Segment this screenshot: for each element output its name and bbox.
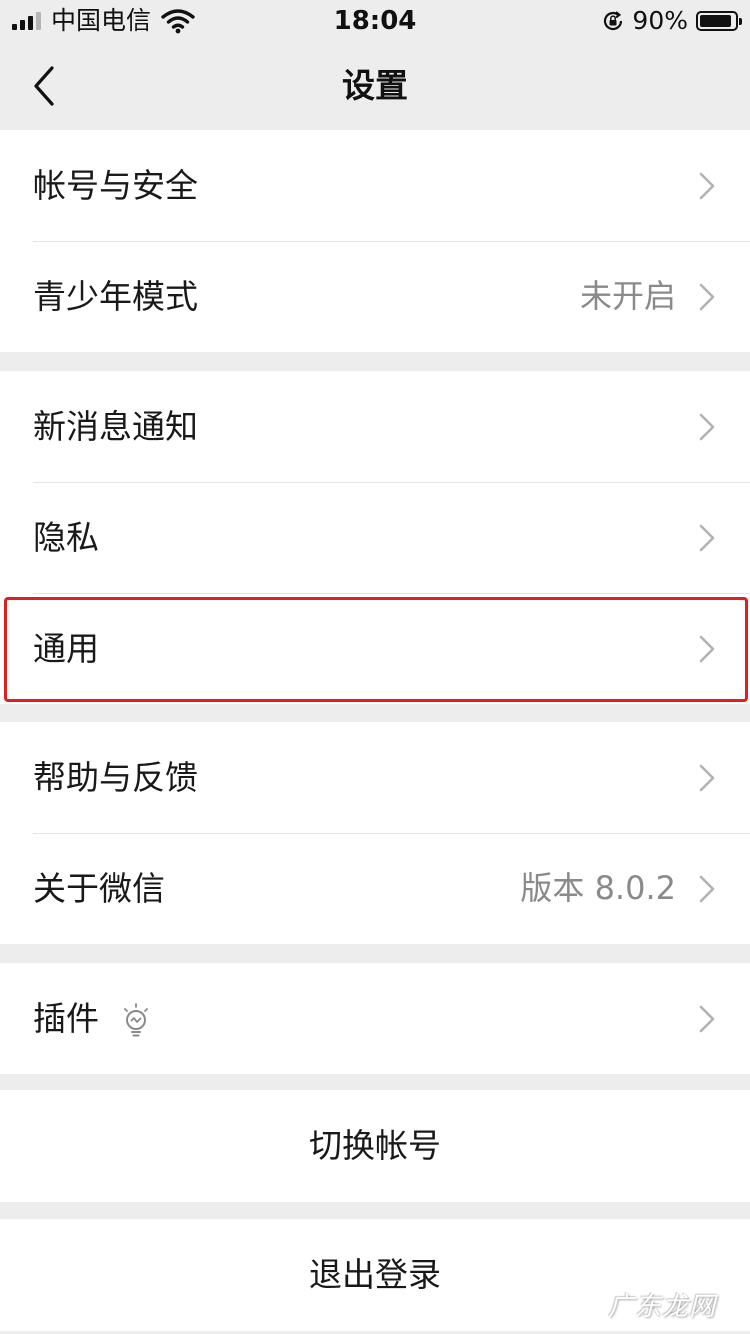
group-switch-account: 切换帐号 <box>0 1090 750 1202</box>
cell-label: 帐号与安全 <box>33 166 198 205</box>
group-plugins: 插件 <box>0 963 750 1074</box>
chevron-right-icon <box>699 413 715 441</box>
battery-cap <box>739 18 742 25</box>
chevron-right-icon <box>699 1005 715 1033</box>
cell-label: 隐私 <box>33 518 99 557</box>
status-bar: 中国电信 18:04 90% <box>0 0 750 42</box>
chevron-right-icon <box>699 875 715 903</box>
chevron-right-icon <box>699 172 715 200</box>
chevron-right-icon <box>699 764 715 792</box>
rotation-lock-icon <box>604 11 623 31</box>
page-title: 设置 <box>342 66 408 105</box>
watermark: 广东龙网 <box>607 1292 716 1322</box>
battery-percent: 90% <box>632 6 688 35</box>
cell-label: 关于微信 <box>33 869 165 908</box>
cell-plugins[interactable]: 插件 <box>0 963 750 1074</box>
cell-help-feedback[interactable]: 帮助与反馈 <box>0 722 750 833</box>
cell-label: 帮助与反馈 <box>33 758 198 797</box>
cell-label: 青少年模式 <box>33 277 198 316</box>
group-about: 帮助与反馈 关于微信 版本 8.0.2 <box>0 722 750 944</box>
cell-value: 未开启 <box>579 277 676 315</box>
cell-privacy[interactable]: 隐私 <box>0 482 750 593</box>
cell-account-security[interactable]: 帐号与安全 <box>0 130 750 241</box>
nav-bar: 设置 <box>0 42 750 130</box>
switch-account-label: 切换帐号 <box>309 1126 441 1165</box>
cell-label: 新消息通知 <box>33 407 198 446</box>
chevron-right-icon <box>699 524 715 552</box>
cell-general[interactable]: 通用 <box>0 593 750 704</box>
group-account: 帐号与安全 青少年模式 未开启 <box>0 130 750 352</box>
chevron-right-icon <box>699 635 715 663</box>
cell-value: 版本 8.0.2 <box>520 869 676 907</box>
switch-account-button[interactable]: 切换帐号 <box>0 1090 750 1202</box>
cell-label: 插件 <box>33 999 99 1038</box>
battery-icon <box>696 11 742 31</box>
cell-about-wechat[interactable]: 关于微信 版本 8.0.2 <box>0 833 750 944</box>
cell-youth-mode[interactable]: 青少年模式 未开启 <box>0 241 750 352</box>
group-preferences: 新消息通知 隐私 通用 <box>0 371 750 704</box>
settings-screen: 中国电信 18:04 90% 设置 帐号与安全 青少年模式 未开启 新消息通知 … <box>0 0 750 1334</box>
chevron-right-icon <box>699 283 715 311</box>
cell-label: 通用 <box>33 629 99 668</box>
status-right: 90% <box>602 6 742 36</box>
battery-fill <box>700 15 731 27</box>
lightbulb-icon <box>124 1003 148 1037</box>
cell-new-message-notification[interactable]: 新消息通知 <box>0 371 750 482</box>
